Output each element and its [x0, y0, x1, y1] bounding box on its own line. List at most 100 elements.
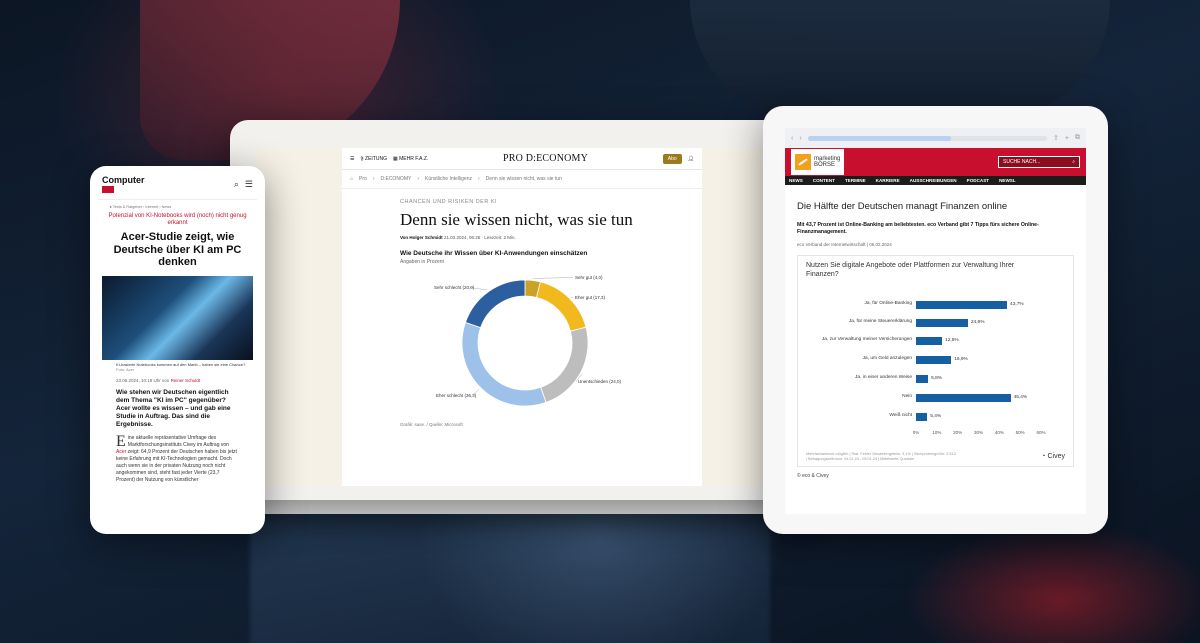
article-title: Die Hälfte der Deutschen managt Finanzen…	[797, 201, 1008, 212]
author-link[interactable]: Reiner Schuldt	[171, 378, 201, 383]
civey-logo: ◔ Civey	[1041, 453, 1065, 460]
article-meta: eco Verband der Internetwirtschaft | 06.…	[797, 242, 892, 247]
zeitung-link[interactable]: 𝔉 ZEITUNG	[360, 156, 387, 162]
abo-button[interactable]: Abo	[662, 153, 682, 164]
bar-category-label: Ja, in einer anderen Weise	[855, 375, 912, 380]
nav-item[interactable]: CONTENT	[813, 178, 835, 183]
article-headline: Denn sie wissen nicht, was sie tun	[400, 210, 633, 229]
share-icon[interactable]: ⇪	[1053, 134, 1059, 142]
bar-row: Ja, zur Verwaltung meiner Versicherungen…	[808, 334, 1048, 348]
nav-item[interactable]: TERMINE	[845, 178, 866, 183]
nav-item[interactable]: AUSSCHREIBUNGEN	[910, 178, 957, 183]
x-tick-label: 0%	[912, 430, 920, 435]
browser-bar: ‹ › ⇪ + ⧉	[785, 128, 1086, 148]
bar-value-label: 12,5%	[945, 338, 959, 343]
donut-label: Sehr schlecht (20,0)	[434, 285, 475, 290]
bar	[916, 337, 943, 345]
article-subtitle: Mit 43,7 Prozent ist Online-Banking am b…	[797, 222, 1039, 235]
site-nav: NEWS CONTENT TERMINE KARRIERE AUSSCHREIB…	[785, 176, 1086, 185]
x-tick-label: 60%	[1036, 430, 1046, 435]
donut-label: Eher schlecht (36,3)	[436, 393, 477, 398]
breadcrumb-item[interactable]: Pro	[359, 176, 367, 182]
image-caption: KI-basierte Notebooks kommen auf den Mar…	[98, 360, 257, 372]
bar	[916, 301, 1008, 309]
donut-label: Sehr gut (4,0)	[575, 275, 603, 280]
bar-row: Ja, für Online-Banking 43,7%	[808, 298, 1048, 312]
bar-row: Ja, um Geld anzulegen 16,9%	[808, 353, 1048, 367]
donut-label: Eher gut (17,3)	[575, 295, 606, 300]
x-tick-label: 50%	[1015, 430, 1025, 435]
donut-chart: Sehr gut (4,0) Eher gut (17,3) Unentschied…	[400, 265, 642, 420]
tablet-screen: ‹ › ⇪ + ⧉ marketing BÖRSE SUCHE NACH... ⌕ …	[785, 128, 1086, 514]
user-icon[interactable]: 👤︎	[688, 156, 694, 162]
hero-image	[102, 275, 253, 360]
laptop-device: ☰ 𝔉 ZEITUNG ▦ MEHR F.A.Z. PRO D:ECONOMY …	[230, 120, 810, 500]
nav-item[interactable]: PODCAST	[967, 178, 989, 183]
donut-leader-line	[533, 277, 574, 279]
donut-slice	[536, 281, 587, 332]
bar-row: Ja, in einer anderen Weise 5,8%	[808, 372, 1048, 386]
search-icon[interactable]: ⌕	[1072, 159, 1075, 165]
search-input[interactable]: SUCHE NACH... ⌕	[998, 156, 1080, 168]
back-icon[interactable]: ‹	[791, 135, 793, 142]
mehr-link[interactable]: ▦ MEHR F.A.Z.	[393, 156, 428, 162]
bar-category-label: Ja, um Geld anzulegen	[862, 356, 912, 361]
bar-chart-title: Nutzen Sie digitale Angebote oder Plattf…	[806, 262, 1015, 278]
nav-item[interactable]: NEWS	[789, 178, 803, 183]
article-byline: Von Holger Schmidt 21.03.2024, 06:26 · L…	[400, 235, 642, 240]
breadcrumb-item[interactable]: D:ECONOMY	[380, 176, 411, 182]
bar-value-label: 5,4%	[930, 414, 942, 419]
breadcrumb: ⌂ Pro › D:ECONOMY › Künstliche Intelligenz…	[342, 170, 702, 189]
author-link[interactable]: Von Holger Schmidt	[400, 235, 443, 240]
breadcrumb[interactable]: ▸ Tests & Ratgeber › Internet › News	[98, 200, 257, 213]
bar-category-label: Ja, für meine Steuererklärung	[848, 319, 912, 324]
breadcrumb-item[interactable]: Künstliche Intelligenz	[425, 176, 472, 182]
nav-item[interactable]: NEWSL	[999, 178, 1016, 183]
article-date: 23.06.2024, 10:19 Uhr von Reiner Schuldt	[116, 377, 201, 383]
breadcrumb-item: Denn sie wissen nicht, was sie tun	[485, 176, 562, 182]
site-logo[interactable]: marketing BÖRSE	[791, 149, 845, 175]
bar-category-label: Weiß nicht	[889, 413, 912, 418]
background-arm	[690, 0, 1110, 120]
donut-svg: Sehr gut (4,0) Eher gut (17,3) Unentschied…	[434, 275, 622, 407]
faz-navbar: ☰ 𝔉 ZEITUNG ▦ MEHR F.A.Z. PRO D:ECONOMY …	[342, 148, 702, 170]
nav-item[interactable]: KARRIERE	[876, 178, 900, 183]
x-axis: 0% 10% 20% 30% 40% 50% 60%	[912, 430, 1046, 438]
x-tick-label: 40%	[994, 430, 1004, 435]
bar-value-label: 24,9%	[970, 320, 985, 325]
article-lead: Wie stehen wir Deutschen eigentlich dem …	[116, 388, 231, 428]
tabs-icon[interactable]: ⧉	[1075, 134, 1080, 142]
add-icon[interactable]: +	[1065, 135, 1069, 142]
tablet-device: ‹ › ⇪ + ⧉ marketing BÖRSE SUCHE NACH... ⌕ …	[763, 106, 1108, 534]
bar-value-label: 16,9%	[954, 357, 968, 362]
forward-icon[interactable]: ›	[799, 135, 801, 142]
menu-icon[interactable]: ☰	[245, 179, 253, 190]
bar-category-label: Nein	[902, 394, 912, 399]
bar-value-label: 43,7%	[1010, 302, 1024, 307]
faz-page: ☰ 𝔉 ZEITUNG ▦ MEHR F.A.Z. PRO D:ECONOMY …	[342, 148, 702, 486]
x-tick-label: 10%	[932, 430, 942, 435]
article-body: Eine aktuelle repräsentative Umfrage des…	[116, 432, 237, 483]
acer-link[interactable]: Acer	[116, 449, 126, 455]
home-icon[interactable]: ⌂	[350, 176, 353, 182]
article-title: Acer-Studie zeigt, wie Deutsche über KI …	[113, 231, 242, 268]
brand-logo[interactable]: PRO D:ECONOMY	[434, 153, 656, 164]
bar	[916, 319, 968, 327]
bar-row: Weiß nicht 5,4%	[808, 410, 1048, 424]
computerbild-logo[interactable]: Computer	[102, 176, 145, 193]
bar-category-label: Ja, für Online-Banking	[864, 301, 912, 306]
x-tick-label: 30%	[973, 430, 984, 435]
bar	[916, 413, 928, 421]
bar	[916, 394, 1011, 402]
donut-leader-line	[570, 296, 574, 298]
article-kicker: CHANCEN UND RISIKEN DER KI	[400, 199, 498, 205]
menu-icon[interactable]: ☰	[350, 156, 354, 162]
article-meta: 21.03.2024, 06:26 · Lesezeit: 2 Min.	[443, 235, 516, 240]
faz-article: CHANCEN UND RISIKEN DER KI Denn sie wiss…	[342, 189, 642, 427]
laptop-screen: ☰ 𝔉 ZEITUNG ▦ MEHR F.A.Z. PRO D:ECONOMY …	[256, 148, 784, 486]
bar-value-label: 5,8%	[931, 376, 943, 381]
address-bar[interactable]	[807, 135, 1048, 141]
search-icon[interactable]: ⌕	[234, 179, 239, 190]
bar-row: Nein 45,4%	[808, 391, 1048, 405]
article-kicker: Potenzial von KI-Notebooks wird (noch) n…	[108, 213, 247, 226]
